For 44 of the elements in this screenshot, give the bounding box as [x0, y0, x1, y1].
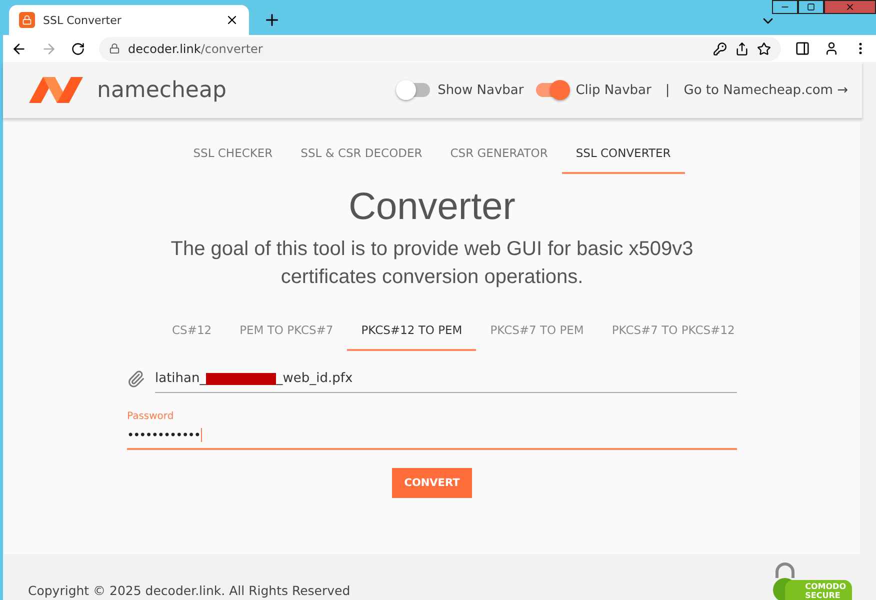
reload-icon[interactable]: [71, 42, 85, 56]
lock-icon: [19, 12, 35, 28]
secure-badge: COMODO SECURE: [769, 562, 852, 600]
copyright-text: Copyright © 2025 decoder.link. All Rights Reserved: [28, 583, 350, 598]
page-subtitle: The goal of this tool is to provide web GUI for basic x509v3 certificates conversion operations.: [170, 237, 694, 290]
converter-tab[interactable]: PKCS#12 TO PEM: [347, 313, 476, 351]
separator: |: [665, 82, 670, 98]
converter-tab[interactable]: PKCS#7 TO PEM: [476, 313, 598, 351]
logo-text: namecheap: [97, 78, 228, 102]
close-button[interactable]: [824, 0, 876, 14]
paperclip-icon[interactable]: [127, 370, 145, 388]
nav-tab[interactable]: SSL CONVERTER: [562, 138, 685, 174]
toggle-label: Clip Navbar: [576, 82, 652, 98]
nav-tab[interactable]: SSL CHECKER: [179, 138, 287, 174]
page-title: Converter: [348, 186, 516, 229]
star-icon[interactable]: [757, 42, 771, 56]
toggle-switch[interactable]: [536, 83, 568, 97]
tab-title: SSL Converter: [43, 14, 122, 26]
back-icon[interactable]: [11, 40, 27, 56]
profile-icon[interactable]: [824, 41, 839, 56]
lock-icon: [109, 43, 120, 54]
file-field[interactable]: latihan_ _web_id.pfx: [155, 365, 737, 393]
password-field[interactable]: Password ••••••••••••: [127, 407, 737, 450]
nav-tab[interactable]: SSL & CSR DECODER: [286, 138, 436, 174]
key-icon[interactable]: [713, 42, 727, 56]
toggle-switch[interactable]: [398, 83, 430, 97]
nav-tab[interactable]: CSR GENERATOR: [436, 138, 562, 174]
close-icon[interactable]: [225, 13, 239, 27]
new-tab-icon[interactable]: [263, 11, 281, 29]
convert-button[interactable]: CONVERT: [392, 468, 472, 498]
toggle-label: Show Navbar: [438, 82, 524, 98]
converter-tab[interactable]: PEM TO PKCS#7: [226, 313, 348, 351]
converter-tab[interactable]: PKCS#7 TO PKCS#12: [598, 313, 749, 351]
address-bar[interactable]: decoder.link/converter: [99, 36, 781, 60]
share-icon[interactable]: [735, 42, 749, 56]
minimize-button[interactable]: [772, 0, 798, 14]
maximize-icon: [807, 3, 815, 11]
url-text: decoder.link/converter: [128, 42, 264, 56]
side-panel-icon[interactable]: [795, 41, 810, 56]
close-icon: [845, 2, 855, 12]
converter-tab[interactable]: CS#12: [124, 313, 226, 351]
browser-tab[interactable]: SSL Converter: [9, 5, 249, 35]
namecheap-link[interactable]: Go to Namecheap.com →: [684, 82, 848, 98]
maximize-button[interactable]: [798, 0, 824, 14]
